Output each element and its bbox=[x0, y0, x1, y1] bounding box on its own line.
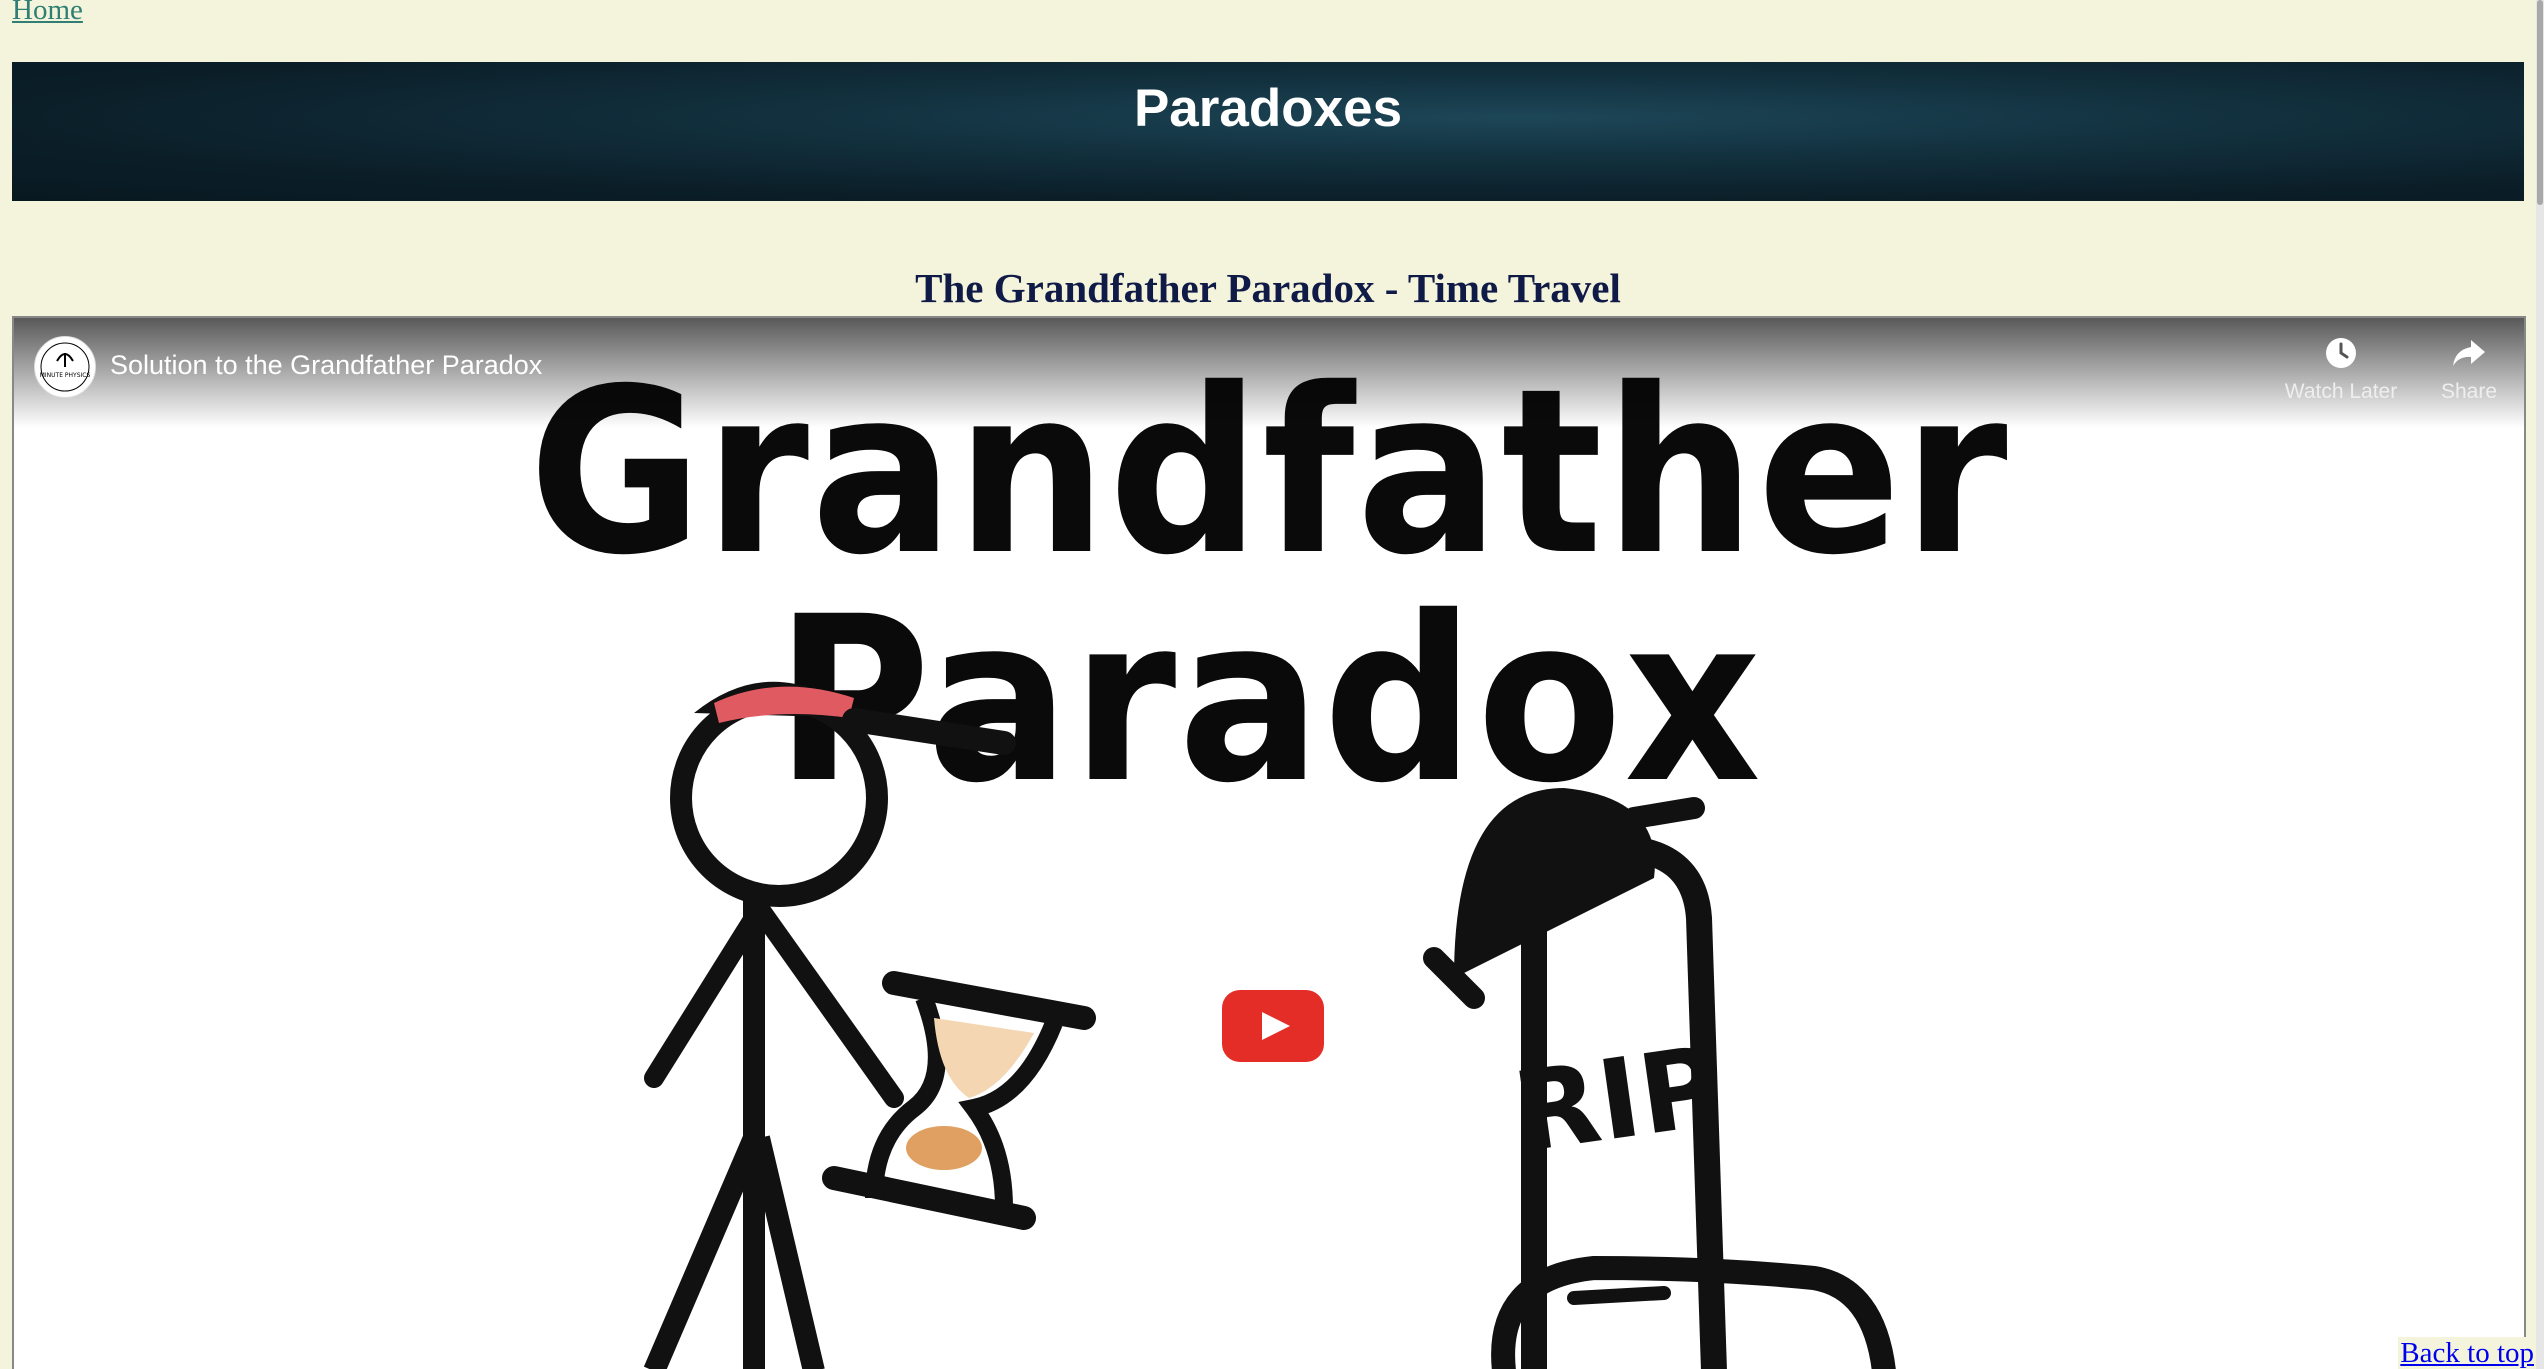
page: Home Paradoxes The Grandfather Paradox -… bbox=[0, 0, 2544, 1369]
stick-figure-right-arm bbox=[749, 898, 904, 1108]
hourglass-icon bbox=[822, 971, 1096, 1230]
watch-later-label: Watch Later bbox=[2284, 380, 2398, 403]
channel-logo-icon: MINUTE PHYSICS bbox=[40, 342, 91, 392]
video-title[interactable]: Solution to the Grandfather Paradox bbox=[110, 350, 542, 381]
page-banner: Paradoxes bbox=[12, 62, 2524, 201]
home-link[interactable]: Home bbox=[12, 0, 83, 27]
scrollbar-thumb[interactable] bbox=[2537, 0, 2543, 205]
thumbnail-drawing: RIP bbox=[643, 681, 1896, 1369]
share-arrow-icon bbox=[2453, 340, 2485, 366]
channel-avatar[interactable]: MINUTE PHYSICS bbox=[34, 336, 96, 398]
cap-brim bbox=[842, 708, 1016, 755]
vertical-scrollbar[interactable] bbox=[2536, 0, 2544, 1369]
channel-avatar-text: MINUTE PHYSICS bbox=[40, 372, 91, 379]
youtube-embed[interactable]: Grandfather Paradox RIP MINUTE PHYSICS S… bbox=[12, 316, 2526, 1369]
stick-figure-left-arm bbox=[644, 908, 764, 1088]
share-button[interactable]: Share bbox=[2414, 336, 2524, 404]
section-heading: The Grandfather Paradox - Time Travel bbox=[915, 265, 1621, 312]
back-to-top-link[interactable]: Back to top bbox=[2398, 1337, 2536, 1369]
share-label: Share bbox=[2440, 380, 2498, 403]
tombstone-icon: RIP bbox=[1423, 788, 1896, 1369]
stick-figure-left-leg bbox=[643, 1133, 765, 1369]
page-title: Paradoxes bbox=[1133, 79, 1403, 139]
play-button[interactable] bbox=[1222, 990, 1324, 1062]
clock-icon bbox=[2326, 338, 2356, 368]
watch-later-button[interactable]: Watch Later bbox=[2276, 336, 2406, 404]
stick-figure-right-leg bbox=[748, 1135, 825, 1369]
